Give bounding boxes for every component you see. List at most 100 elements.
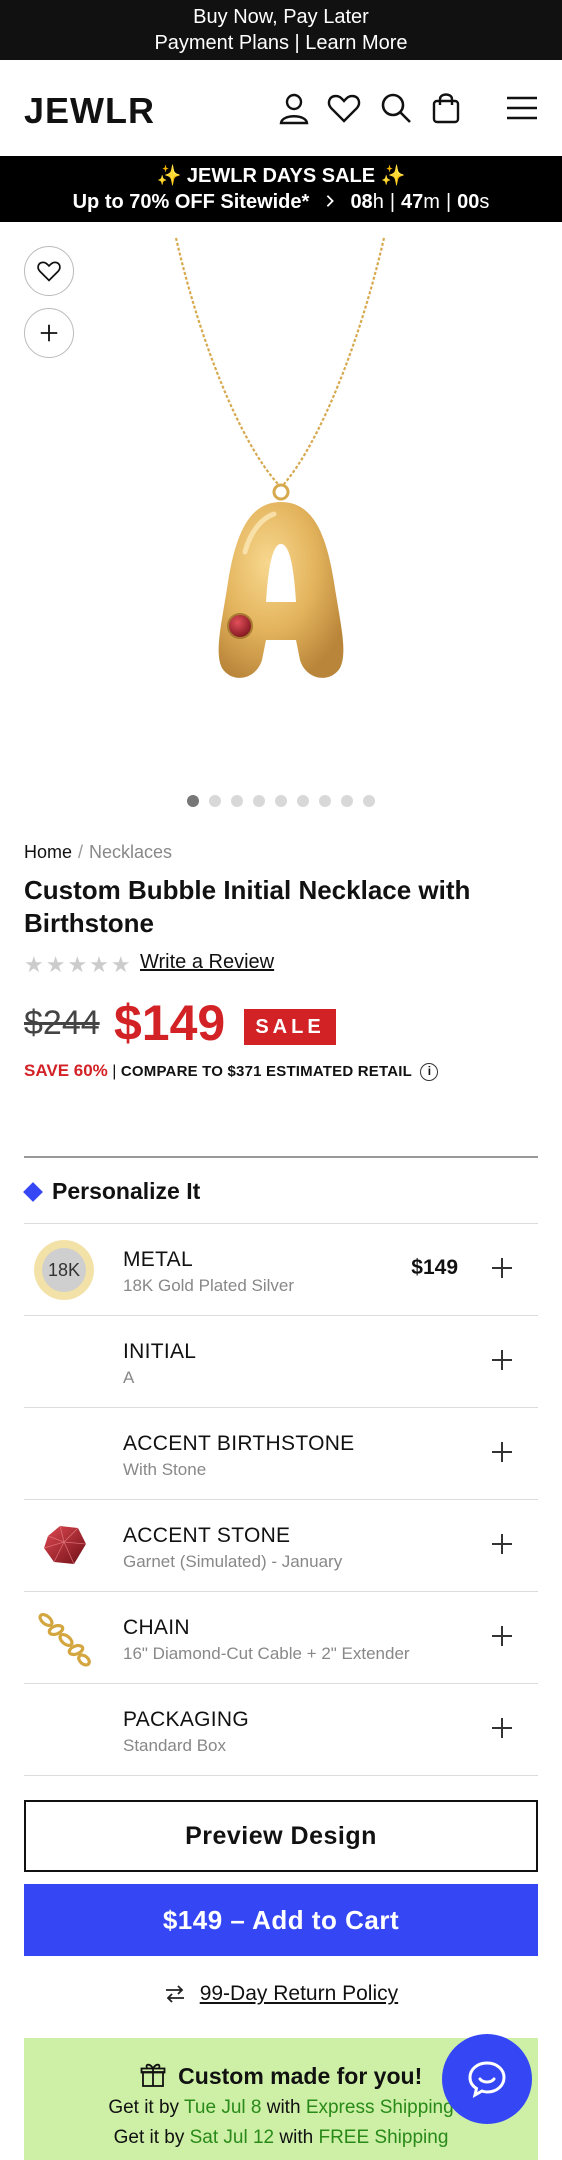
option-label: ACCENT BIRTHSTONE xyxy=(123,1432,355,1455)
hamburger-menu-icon[interactable] xyxy=(504,90,540,126)
product-title: Custom Bubble Initial Necklace with Birt… xyxy=(24,875,471,938)
preview-design-button[interactable]: Preview Design xyxy=(24,1800,538,1872)
ship-prefix: Get it by xyxy=(108,2097,184,2118)
express-date: Tue Jul 8 xyxy=(184,2097,262,2118)
countdown-seconds: 00 xyxy=(457,191,480,213)
countdown-separator: | xyxy=(445,191,452,213)
expand-plus-icon[interactable] xyxy=(490,1716,514,1740)
search-icon[interactable] xyxy=(378,90,414,126)
option-packaging[interactable]: PACKAGING Standard Box xyxy=(24,1684,538,1776)
savings-line: SAVE 60% | COMPARE TO $371 ESTIMATED RET… xyxy=(24,1061,439,1081)
option-value: Garnet (Simulated) - January xyxy=(123,1552,343,1571)
rating-stars: ★★★★★ xyxy=(24,952,133,977)
option-initial[interactable]: INITIAL A xyxy=(24,1316,538,1408)
gallery-dot[interactable] xyxy=(253,795,265,807)
option-label: PACKAGING xyxy=(123,1708,250,1731)
countdown-minutes-unit: m xyxy=(423,191,440,213)
exchange-arrows-icon xyxy=(165,1985,184,2004)
wishlist-heart-icon[interactable] xyxy=(326,90,362,126)
gallery-dot[interactable] xyxy=(275,795,287,807)
product-image-gallery[interactable] xyxy=(0,222,562,822)
option-label: ACCENT STONE xyxy=(123,1524,291,1547)
announcement-bar: Buy Now, Pay Later Payment Plans | Learn… xyxy=(0,0,562,60)
option-label: METAL xyxy=(123,1248,193,1271)
announcement-title: Buy Now, Pay Later xyxy=(193,6,369,28)
free-shipping-line: Get it by Sat Jul 12 with FREE Shipping xyxy=(24,2126,538,2150)
chain-link-icon xyxy=(38,1612,91,1667)
expand-plus-icon[interactable] xyxy=(490,1440,514,1464)
gallery-dot[interactable] xyxy=(341,795,353,807)
gift-icon xyxy=(140,2063,166,2087)
option-label: INITIAL xyxy=(123,1340,197,1363)
chat-bubble-icon xyxy=(468,2061,506,2099)
countdown-hours-unit: h xyxy=(372,191,384,213)
express-method[interactable]: Express Shipping xyxy=(306,2097,454,2118)
shipping-title-text: Custom made for you! xyxy=(178,2063,423,2089)
garnet-gem-icon xyxy=(43,1525,87,1565)
expand-plus-icon[interactable] xyxy=(490,1256,514,1280)
zoom-image-button[interactable] xyxy=(24,308,74,358)
gallery-dot[interactable] xyxy=(187,795,199,807)
gallery-dot[interactable] xyxy=(297,795,309,807)
sale-banner-offer-text: Up to 70% OFF Sitewide* xyxy=(72,191,310,213)
option-metal[interactable]: 18K METAL 18K Gold Plated Silver $149 xyxy=(24,1224,538,1316)
diamond-icon xyxy=(23,1182,43,1202)
option-price: $149 xyxy=(411,1256,458,1279)
ship-mid: with xyxy=(274,2127,319,2148)
breadcrumb-necklaces[interactable]: Necklaces xyxy=(89,842,172,862)
return-policy-link[interactable]: 99-Day Return Policy xyxy=(200,1982,398,2005)
ship-mid: with xyxy=(261,2097,306,2118)
jewlr-logo[interactable]: JEWLR xyxy=(24,90,155,132)
option-value: 18K Gold Plated Silver xyxy=(123,1276,295,1295)
metal-swatch-label: 18K xyxy=(42,1248,86,1292)
add-to-cart-button[interactable]: $149 – Add to Cart xyxy=(24,1884,538,1956)
option-accent-birthstone[interactable]: ACCENT BIRTHSTONE With Stone xyxy=(24,1408,538,1500)
gallery-dot[interactable] xyxy=(363,795,375,807)
original-price: $244 xyxy=(24,1004,100,1042)
expand-plus-icon[interactable] xyxy=(490,1348,514,1372)
option-value: 16" Diamond-Cut Cable + 2" Extender xyxy=(123,1644,410,1663)
option-value: With Stone xyxy=(123,1460,207,1479)
breadcrumb-separator: / xyxy=(78,842,84,862)
option-value: A xyxy=(123,1368,135,1387)
option-label: CHAIN xyxy=(123,1616,190,1639)
write-review-link[interactable]: Write a Review xyxy=(140,951,274,974)
breadcrumb-home[interactable]: Home xyxy=(24,842,72,862)
countdown-hours: 08 xyxy=(350,191,373,213)
free-method[interactable]: FREE Shipping xyxy=(318,2127,448,2148)
compare-retail: COMPARE TO $371 ESTIMATED RETAIL xyxy=(120,1063,413,1080)
personalize-section-header: Personalize It xyxy=(23,1156,538,1224)
free-date: Sat Jul 12 xyxy=(189,2127,275,2148)
gallery-dot[interactable] xyxy=(319,795,331,807)
site-header: JEWLR xyxy=(0,60,562,156)
breadcrumb: Home / Necklaces xyxy=(24,842,172,863)
gallery-pagination-dots[interactable] xyxy=(0,794,562,812)
return-policy[interactable]: 99-Day Return Policy xyxy=(0,1982,562,2006)
option-chain[interactable]: CHAIN 16" Diamond-Cut Cable + 2" Extende… xyxy=(24,1592,538,1684)
metal-swatch-icon: 18K xyxy=(34,1240,94,1300)
save-percent: SAVE 60% xyxy=(24,1061,108,1080)
add-to-wishlist-button[interactable] xyxy=(24,246,74,296)
shopping-bag-icon[interactable] xyxy=(428,90,464,126)
sale-badge: SALE xyxy=(244,1009,336,1045)
sale-banner[interactable]: ✨ JEWLR DAYS SALE ✨ Up to 70% OFF Sitewi… xyxy=(0,156,562,222)
info-icon[interactable]: i xyxy=(420,1062,439,1081)
gallery-dot[interactable] xyxy=(231,795,243,807)
countdown-minutes: 47 xyxy=(401,191,424,213)
expand-plus-icon[interactable] xyxy=(490,1532,514,1556)
heart-icon xyxy=(37,261,61,282)
countdown-seconds-unit: s xyxy=(479,191,490,213)
payment-plans-link[interactable]: Payment Plans | Learn More xyxy=(0,30,562,56)
plus-icon xyxy=(40,324,58,342)
chat-support-button[interactable] xyxy=(442,2034,532,2124)
gallery-dot[interactable] xyxy=(209,795,221,807)
ship-prefix: Get it by xyxy=(113,2127,190,2148)
sale-banner-title: ✨ JEWLR DAYS SALE ✨ xyxy=(156,165,406,187)
option-accent-stone[interactable]: ACCENT STONE Garnet (Simulated) - Januar… xyxy=(24,1500,538,1592)
sale-price: $149 xyxy=(114,995,226,1051)
countdown-timer: 08h | 47m | 00s xyxy=(350,191,489,213)
account-icon[interactable] xyxy=(276,90,312,126)
product-image[interactable] xyxy=(0,222,562,782)
expand-plus-icon[interactable] xyxy=(490,1624,514,1648)
countdown-separator: | xyxy=(389,191,396,213)
